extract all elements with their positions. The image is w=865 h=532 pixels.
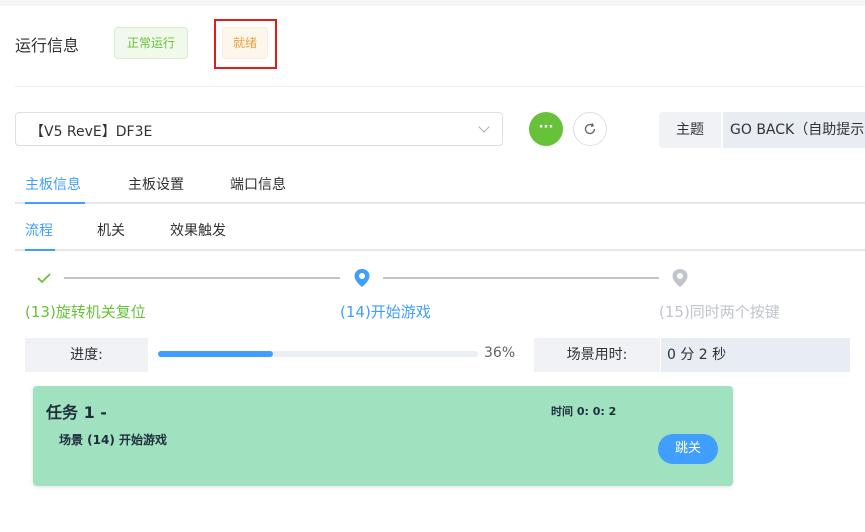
step-connector — [64, 277, 340, 279]
tab-board-settings[interactable]: 主板设置 — [128, 174, 184, 194]
tab-board-info[interactable]: 主板信息 — [25, 174, 81, 194]
skip-level-button[interactable]: 跳关 — [658, 434, 718, 464]
status-row: 运行信息 正常运行 就绪 — [0, 18, 865, 70]
more-button[interactable]: ··· — [529, 112, 563, 146]
task-scene: 场景 (14) 开始游戏 — [59, 433, 168, 447]
sub-tabs: 流程 机关 效果触发 — [15, 210, 865, 251]
task-time: 时间 0: 0: 2 — [551, 405, 617, 418]
refresh-icon — [584, 123, 596, 135]
divider — [15, 86, 865, 87]
status-title: 运行信息 — [15, 36, 80, 55]
step-title: (13)旋转机关复位 — [25, 303, 146, 321]
theme-label: 主题 — [659, 112, 721, 148]
step-title: (14)开始游戏 — [340, 303, 431, 321]
progress-label: 进度: — [25, 338, 148, 372]
location-pin-icon — [672, 269, 688, 287]
top-strip — [0, 0, 865, 6]
theme-select[interactable]: GO BACK（自助提示 — [723, 112, 865, 148]
process-steps: (13)旋转机关复位 (14)开始游戏 (15)同时两个按键 — [0, 262, 865, 328]
tab-flow[interactable]: 流程 — [25, 220, 53, 240]
active-tab-indicator — [25, 202, 85, 204]
check-icon — [37, 273, 51, 284]
tab-mechanism[interactable]: 机关 — [97, 220, 125, 240]
step-title: (15)同时两个按键 — [659, 303, 780, 321]
tab-port-info[interactable]: 端口信息 — [230, 174, 286, 194]
ellipsis-icon: ··· — [538, 120, 554, 135]
step-connector — [383, 277, 659, 279]
task-card: 任务 1 - 时间 0: 0: 2 场景 (14) 开始游戏 跳关 — [33, 386, 733, 486]
active-subtab-indicator — [25, 249, 55, 251]
progress-bar-fill — [158, 351, 274, 357]
board-select-value: 【V5 RevE】DF3E — [30, 124, 153, 140]
task-title: 任务 1 - — [46, 403, 107, 422]
location-pin-icon — [354, 269, 370, 287]
main-tabs: 主板信息 主板设置 端口信息 — [15, 162, 865, 204]
board-select[interactable]: 【V5 RevE】DF3E — [15, 112, 503, 146]
progress-percent: 36% — [484, 345, 516, 361]
ready-status-tag: 就绪 — [222, 27, 268, 59]
tab-effect-trigger[interactable]: 效果触发 — [170, 220, 226, 240]
refresh-button[interactable] — [573, 112, 607, 146]
running-status-tag: 正常运行 — [114, 27, 188, 59]
scene-time-label: 场景用时: — [534, 338, 660, 372]
chevron-down-icon — [478, 121, 490, 133]
progress-bar — [158, 351, 478, 357]
scene-time-value: 0 分 2 秒 — [661, 338, 850, 372]
